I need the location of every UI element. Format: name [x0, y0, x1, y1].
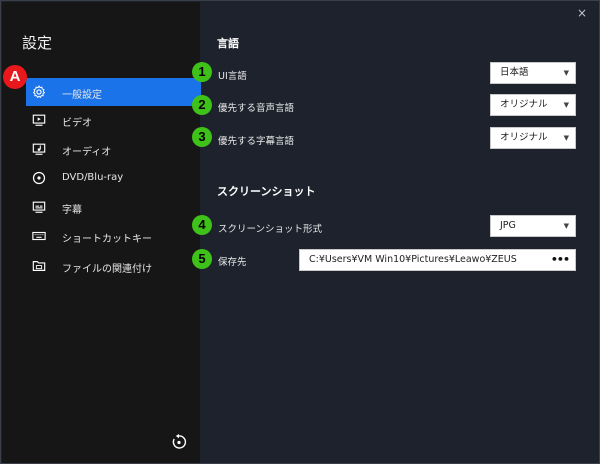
- gear-icon: [32, 85, 46, 99]
- screenshot-format-select[interactable]: JPG ▼: [490, 215, 576, 237]
- annotation-badge-4: 4: [192, 215, 212, 235]
- language-section-title: 言語: [217, 37, 239, 50]
- sidebar-item-general[interactable]: 一般設定: [26, 78, 201, 106]
- audio-language-select[interactable]: オリジナル ▼: [490, 94, 576, 116]
- video-icon: [32, 114, 46, 126]
- settings-window: × 設定 一般設定 ビデオ オーディオ DVD/Blu-ray 字幕 ショートカ…: [0, 0, 600, 464]
- sidebar-item-label: 一般設定: [62, 90, 102, 101]
- disc-icon: [32, 171, 46, 185]
- subtitle-language-label: 優先する字幕言語: [218, 136, 295, 147]
- chevron-down-icon: ▼: [563, 134, 569, 142]
- sidebar-item-label: ビデオ: [62, 118, 92, 129]
- sidebar-item-subtitle[interactable]: 字幕: [26, 193, 201, 221]
- annotation-badge-3: 3: [192, 127, 212, 147]
- sidebar-item-shortcuts[interactable]: ショートカットキー: [26, 222, 201, 250]
- sidebar-item-label: 字幕: [62, 205, 82, 216]
- sidebar-item-label: オーディオ: [62, 147, 112, 158]
- sidebar-item-audio[interactable]: オーディオ: [26, 135, 201, 163]
- sidebar: 設定 一般設定 ビデオ オーディオ DVD/Blu-ray 字幕 ショートカット…: [2, 2, 201, 463]
- keyboard-icon: [32, 231, 46, 241]
- sidebar-item-dvd[interactable]: DVD/Blu-ray: [26, 164, 201, 192]
- sidebar-item-video[interactable]: ビデオ: [26, 106, 201, 134]
- chevron-down-icon: ▼: [563, 101, 569, 109]
- screenshot-format-label: スクリーンショット形式: [218, 224, 323, 235]
- ui-language-label: UI言語: [218, 71, 247, 82]
- sidebar-item-file-association[interactable]: ファイルの関連付け: [26, 252, 201, 280]
- audio-icon: [32, 143, 46, 155]
- sidebar-item-label: ファイルの関連付け: [62, 264, 152, 275]
- annotation-badge-1: 1: [192, 62, 212, 82]
- save-location-label: 保存先: [218, 257, 247, 268]
- annotation-badge-a: A: [3, 65, 27, 89]
- ui-language-select[interactable]: 日本語 ▼: [490, 62, 576, 84]
- annotation-badge-5: 5: [192, 249, 212, 269]
- audio-language-label: 優先する音声言語: [218, 103, 295, 114]
- sidebar-item-label: ショートカットキー: [62, 234, 152, 245]
- chevron-down-icon: ▼: [563, 69, 569, 77]
- folder-icon: [32, 261, 46, 271]
- chevron-down-icon: ▼: [563, 222, 569, 230]
- browse-button[interactable]: •••: [551, 250, 570, 270]
- close-icon[interactable]: ×: [576, 7, 588, 19]
- sidebar-item-label: DVD/Blu-ray: [62, 172, 124, 183]
- annotation-badge-2: 2: [192, 95, 212, 115]
- reset-icon[interactable]: [171, 434, 187, 450]
- screenshot-section-title: スクリーンショット: [217, 185, 316, 198]
- sidebar-title: 設定: [22, 34, 53, 52]
- subtitle-icon: [32, 201, 46, 213]
- save-path-field[interactable]: C:¥Users¥VM Win10¥Pictures¥Leawo¥ZEUS ••…: [299, 249, 576, 271]
- subtitle-language-select[interactable]: オリジナル ▼: [490, 127, 576, 149]
